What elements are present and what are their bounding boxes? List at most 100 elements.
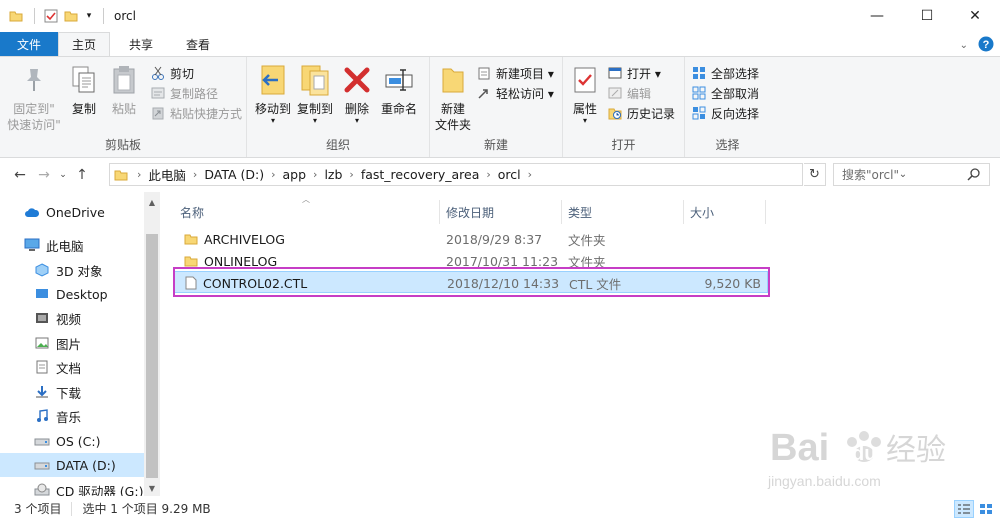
chevron-down-icon: ▾ — [270, 116, 275, 125]
file-row[interactable]: ARCHIVELOG 2018/9/29 8:37 文件夹 — [174, 228, 768, 250]
properties-button[interactable]: 属性 ▾ — [565, 63, 605, 125]
chevron-right-icon[interactable]: › — [313, 168, 317, 181]
nav-item[interactable]: 下载 — [0, 380, 144, 404]
new-group-label: 新建 — [483, 138, 508, 152]
rename-button[interactable]: 重命名 — [377, 63, 421, 117]
invert-selection-icon — [691, 105, 707, 121]
new-folder-icon[interactable] — [61, 0, 81, 32]
new-folder-button[interactable]: 新建 文件夹 — [432, 63, 474, 133]
help-icon[interactable]: ? — [978, 36, 994, 55]
item-count: 3 个项目 — [14, 502, 62, 516]
copy-to-button[interactable]: 复制到 ▾ — [295, 63, 335, 125]
easy-access-button[interactable]: 轻松访问 ▾ — [476, 83, 554, 103]
customize-toolbar-icon[interactable]: ▾ — [81, 0, 97, 32]
back-arrow-icon[interactable]: ← — [8, 163, 32, 187]
edit-button[interactable]: 编辑 — [607, 83, 651, 103]
scroll-up-icon[interactable]: ▲ — [144, 194, 160, 210]
breadcrumb-item[interactable]: orcl — [498, 167, 521, 182]
tab-view[interactable]: 查看 — [172, 32, 224, 56]
chevron-right-icon[interactable]: › — [271, 168, 275, 181]
maximize-button[interactable]: ☐ — [904, 0, 950, 32]
open-group-label: 打开 — [611, 138, 636, 152]
nav-item[interactable]: Desktop — [0, 282, 144, 306]
copy-button[interactable]: 复制 — [66, 63, 102, 117]
column-header-type[interactable]: 类型 — [562, 200, 684, 224]
up-arrow-icon[interactable]: ↑ — [70, 163, 94, 187]
address-bar[interactable]: › 此电脑 › DATA (D:) › app › lzb › fast_recovery_are… — [109, 163, 907, 186]
chevron-right-icon[interactable]: › — [528, 168, 532, 181]
nav-item[interactable]: 图片 — [0, 331, 144, 355]
tab-file[interactable]: 文件 — [0, 32, 58, 56]
search-input[interactable]: 搜索"orcl" — [833, 163, 990, 186]
nav-item[interactable]: OneDrive — [0, 200, 144, 224]
close-button[interactable]: ✕ — [952, 0, 998, 32]
nav-item[interactable]: OS (C:) — [0, 429, 144, 453]
column-header-size[interactable]: 大小 — [684, 200, 766, 224]
folder-icon — [4, 0, 28, 32]
nav-item[interactable]: 此电脑 — [0, 233, 144, 257]
tab-home[interactable]: 主页 — [58, 32, 110, 56]
history-icon — [607, 105, 623, 121]
chevron-right-icon[interactable]: › — [349, 168, 353, 181]
nav-item[interactable]: 文档 — [0, 355, 144, 379]
breadcrumb-item[interactable]: DATA (D:) — [204, 167, 264, 182]
paste-button[interactable]: 粘贴 — [106, 63, 142, 117]
file-name-cell: ARCHIVELOG — [184, 228, 285, 250]
nav-item-label: DATA (D:) — [56, 457, 116, 473]
paste-shortcut-button[interactable]: 粘贴快捷方式 — [150, 103, 242, 123]
select-all-button[interactable]: 全部选择 — [691, 63, 759, 83]
large-icons-view-icon[interactable] — [976, 500, 996, 518]
new-item-button[interactable]: 新建项目 ▾ — [476, 63, 554, 83]
copy-path-button[interactable]: 复制路径 — [150, 83, 218, 103]
watermark-url: jingyan.baidu.com — [767, 473, 881, 489]
move-to-button[interactable]: 移动到 ▾ — [253, 63, 293, 125]
nav-item-label: 此电脑 — [46, 238, 84, 254]
breadcrumb-item[interactable]: 此电脑 — [148, 165, 186, 184]
scroll-down-icon[interactable]: ▼ — [144, 480, 160, 496]
nav-item-label: OS (C:) — [56, 433, 101, 449]
nav-item[interactable]: 音乐 — [0, 404, 144, 428]
refresh-icon[interactable]: ↻ — [804, 163, 826, 186]
copy-icon — [68, 63, 100, 97]
column-header-name[interactable]: 名称 — [174, 200, 440, 224]
nav-item[interactable]: 3D 对象 — [0, 258, 144, 282]
invert-selection-button[interactable]: 反向选择 — [691, 103, 759, 123]
ribbon: 固定到" 快速访问" 复制 粘贴 剪切 复制路径 粘贴快捷方式 剪贴板 移动到 … — [0, 56, 1000, 158]
history-button[interactable]: 历史记录 — [607, 103, 675, 123]
chevron-right-icon[interactable]: › — [486, 168, 490, 181]
open-button[interactable]: 打开 ▾ — [607, 63, 661, 83]
breadcrumb-item[interactable]: lzb — [324, 167, 342, 182]
watermark: Bai du 经验 jingyan.baidu.com — [760, 412, 960, 492]
nav-item-label: 音乐 — [56, 409, 82, 425]
details-view-icon[interactable] — [954, 500, 974, 518]
ribbon-tabs: 文件 主页 共享 查看 — [0, 32, 1000, 56]
select-none-button[interactable]: 全部取消 — [691, 83, 759, 103]
tab-share[interactable]: 共享 — [110, 32, 172, 56]
forward-arrow-icon[interactable]: → — [32, 163, 56, 187]
annotation-highlight — [173, 267, 770, 297]
nav-item-label: 视频 — [56, 311, 82, 327]
properties-icon — [569, 63, 601, 97]
paste-shortcut-icon — [150, 105, 166, 121]
drive-icon — [34, 433, 50, 449]
scrollbar-thumb[interactable] — [146, 234, 158, 478]
properties-icon[interactable] — [41, 0, 61, 32]
chevron-right-icon[interactable]: › — [193, 168, 197, 181]
nav-item[interactable]: DATA (D:) — [0, 453, 144, 477]
pin-quick-access-button[interactable]: 固定到" 快速访问" — [6, 63, 62, 133]
chevron-down-icon[interactable]: ⌄ — [960, 40, 968, 51]
cut-button[interactable]: 剪切 — [150, 63, 194, 83]
cube-icon — [34, 262, 50, 278]
chevron-down-icon: ▾ — [354, 116, 359, 125]
chevron-down-icon: ▾ — [582, 116, 587, 125]
chevron-right-icon[interactable]: › — [137, 168, 141, 181]
recent-locations-chevron-icon[interactable]: ⌄ — [56, 163, 70, 187]
breadcrumb-item[interactable]: fast_recovery_area — [361, 167, 480, 182]
minimize-button[interactable]: — — [854, 0, 900, 32]
folder-icon — [184, 255, 198, 267]
nav-item-label: 文档 — [56, 360, 82, 376]
breadcrumb-item[interactable]: app — [283, 167, 307, 182]
delete-button[interactable]: 删除 ▾ — [341, 63, 373, 125]
column-header-date[interactable]: 修改日期 — [440, 200, 562, 224]
nav-item[interactable]: 视频 — [0, 306, 144, 330]
